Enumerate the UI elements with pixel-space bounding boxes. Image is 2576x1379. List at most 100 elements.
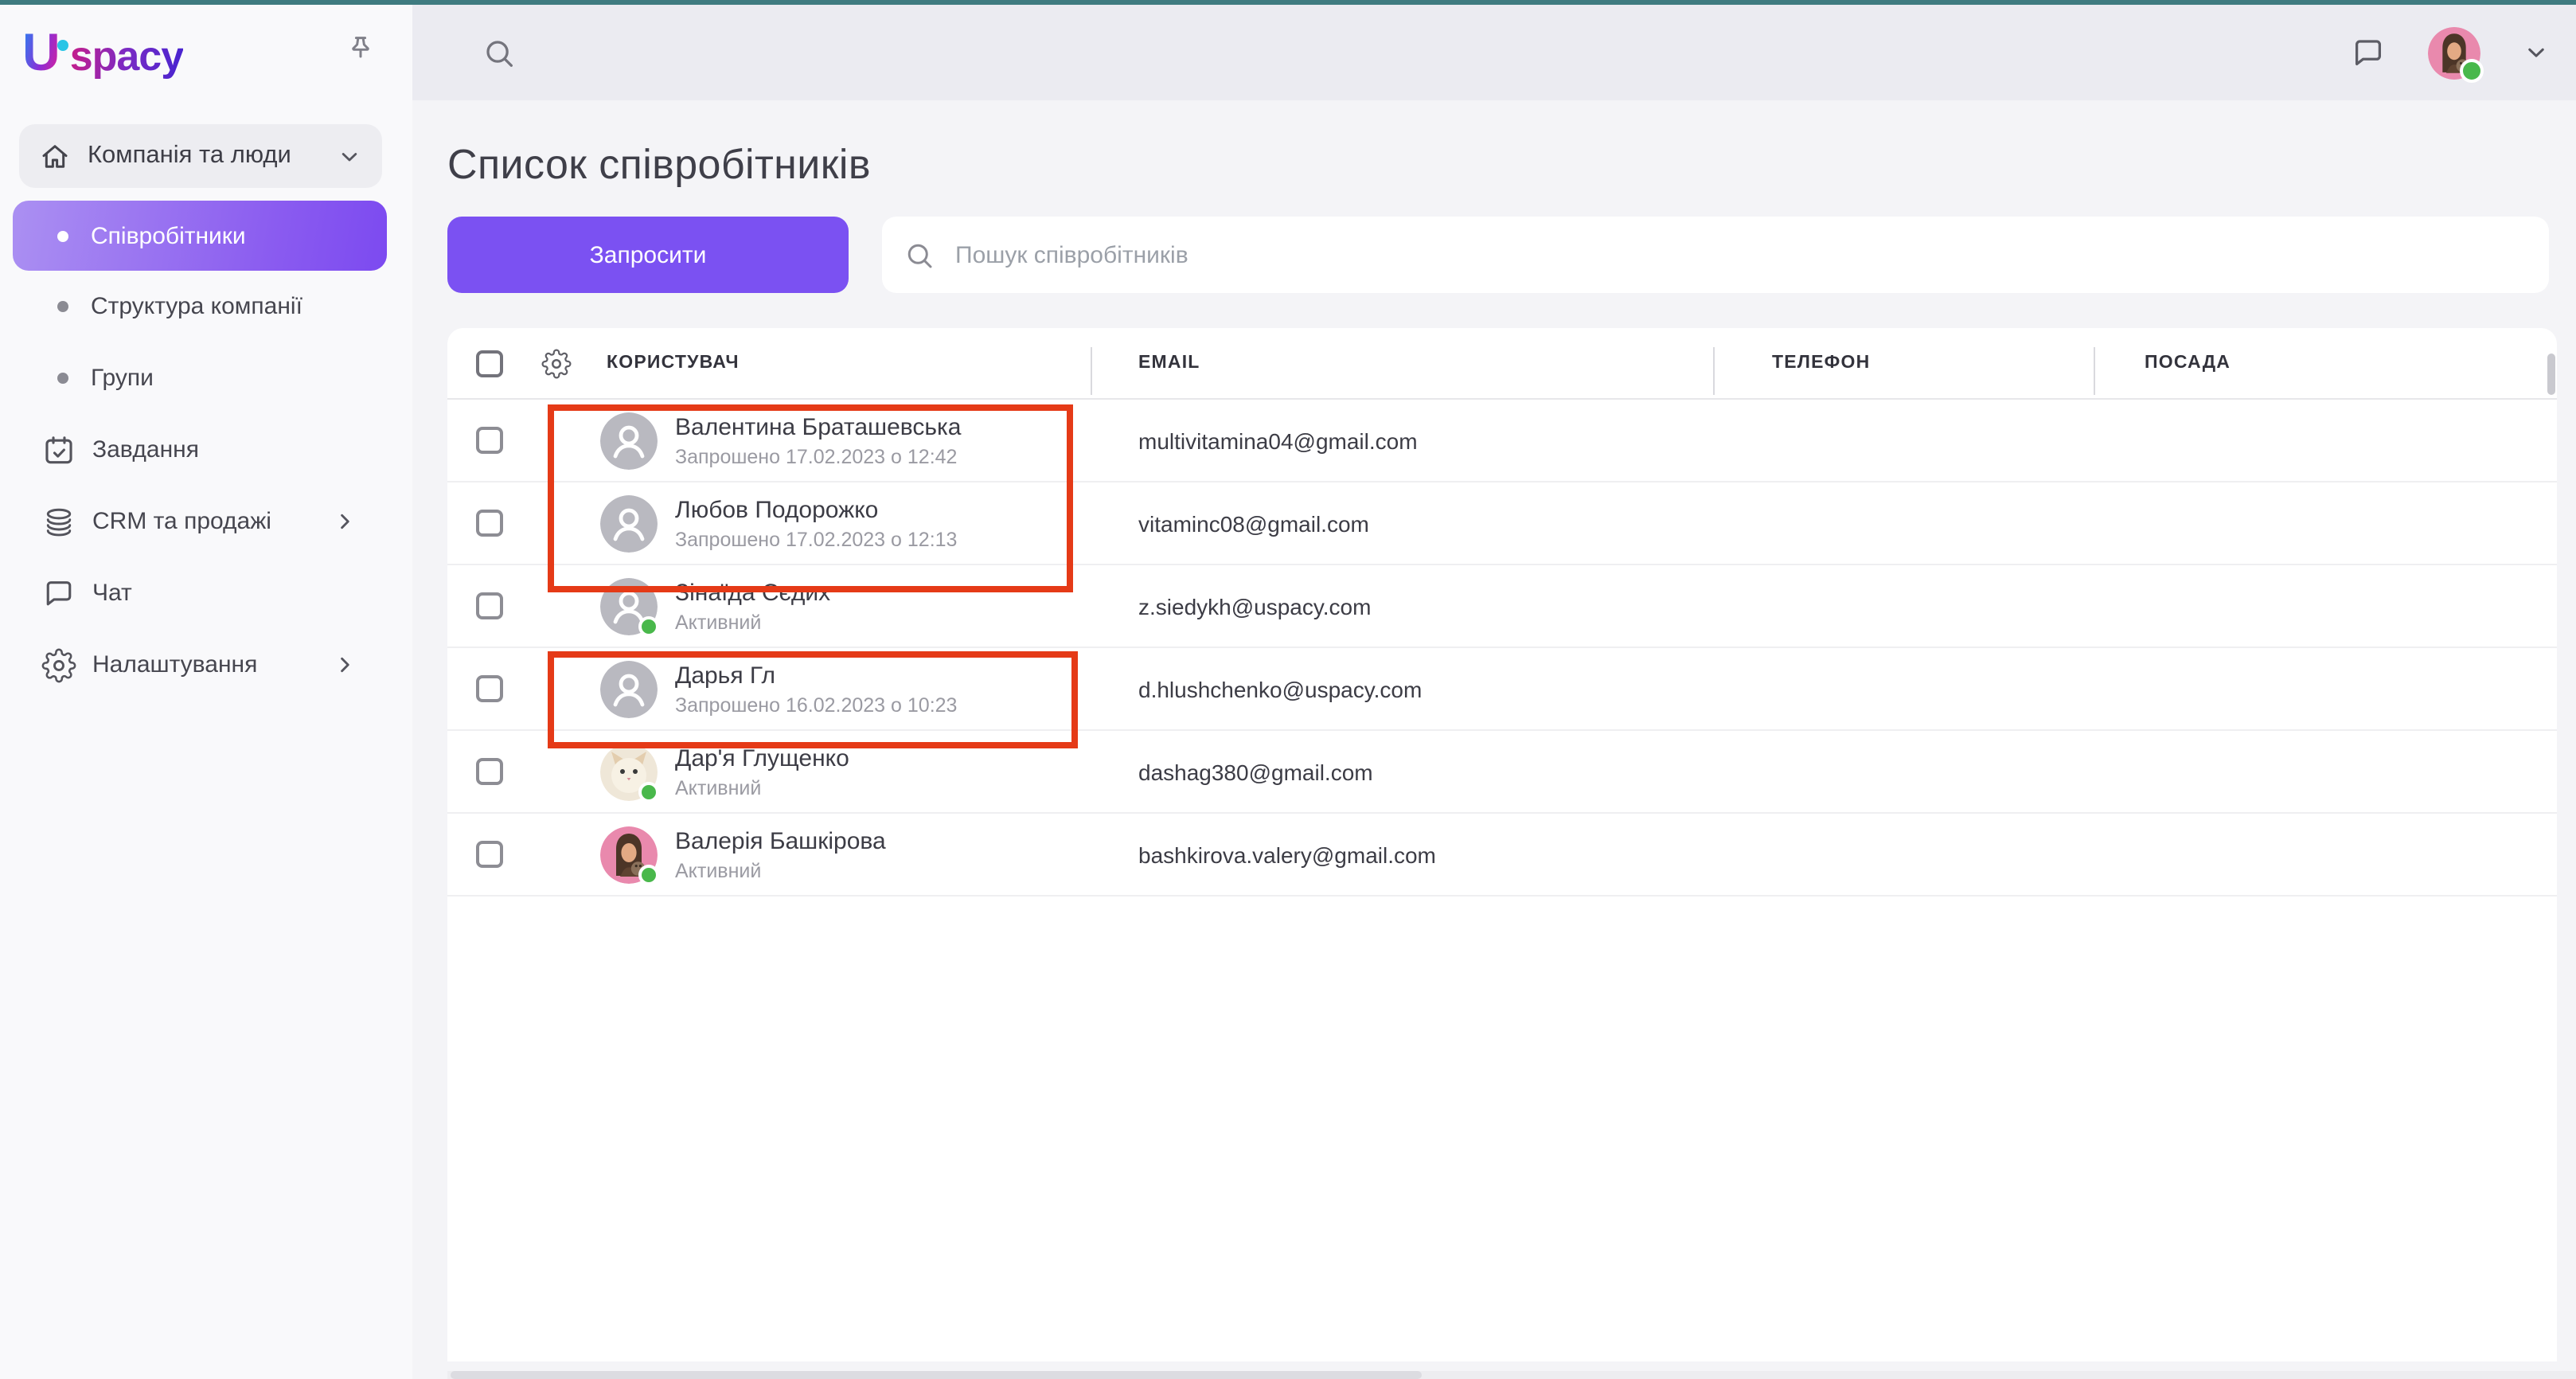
email-cell: d.hlushchenko@uspacy.com [1138, 676, 1423, 701]
logo-dot [57, 40, 68, 51]
email-cell: dashag380@gmail.com [1138, 759, 1373, 784]
employee-name: Любов Подорожко [675, 496, 879, 523]
email-cell: vitaminc08@gmail.com [1138, 510, 1369, 536]
chevron-down-icon [336, 143, 363, 170]
placeholder-avatar [600, 494, 658, 552]
sidebar-item-label: Чат [92, 580, 132, 607]
calendar-check-icon [41, 432, 76, 467]
vertical-scrollbar-thumb[interactable] [2547, 354, 2555, 395]
user-cell: Валерія Башкірова Активний [447, 826, 1091, 885]
employee-name: Зінаїда Сєдих [675, 579, 831, 606]
sidebar-item-структура-компанії[interactable]: Структура компанії [0, 271, 412, 342]
sidebar-item-label: CRM та продажі [92, 508, 271, 535]
employee-name: Валерія Башкірова [675, 827, 886, 854]
select-all-checkbox[interactable] [476, 350, 503, 377]
search-icon[interactable] [481, 34, 517, 71]
horizontal-scrollbar[interactable] [447, 1371, 2576, 1379]
row-checkbox[interactable] [476, 427, 503, 454]
table-row[interactable]: Валерія Башкірова Активний bashkirova.va… [447, 814, 2557, 897]
employee-name: Дарья Гл [675, 662, 775, 689]
column-header-phone[interactable]: ТЕЛЕФОН [1713, 347, 2094, 395]
table-empty-space [447, 897, 2557, 1361]
workspace-label: Компанія та люди [88, 142, 291, 169]
gear-icon [41, 647, 76, 682]
logo-u-glyph: U [22, 22, 60, 81]
employee-status: Активний [675, 611, 762, 633]
sidebar-item-label: Структура компанії [91, 293, 302, 320]
pin-icon[interactable] [344, 33, 377, 67]
horizontal-scrollbar-thumb[interactable] [451, 1371, 1422, 1379]
column-header-position[interactable]: ПОСАДА [2094, 347, 2557, 395]
email-cell: bashkirova.valery@gmail.com [1138, 842, 1436, 867]
employee-name: Дар'я Глущенко [675, 744, 849, 772]
search-icon [903, 238, 936, 272]
online-status-dot [638, 781, 659, 802]
app-root: U spacy Компанія та люди Співробітники С… [0, 0, 2576, 1379]
chat-bubble-icon [41, 576, 76, 611]
chevron-right-icon [331, 508, 358, 535]
sidebar: U spacy Компанія та люди Співробітники С… [0, 5, 412, 1379]
sidebar-item-завдання[interactable]: Завдання [0, 414, 412, 486]
chat-bubble-icon[interactable] [2350, 34, 2387, 71]
employee-status: Запрошено 17.02.2023 о 12:42 [675, 445, 958, 467]
workspace-switcher[interactable]: Компанія та люди [19, 124, 382, 188]
main-area: Список співробітників Запросити КОРИСТУВ… [412, 5, 2576, 1379]
table-body: Валентина Браташевська Запрошено 17.02.2… [447, 400, 2557, 897]
employee-status: Активний [675, 859, 762, 881]
employee-search-input[interactable] [952, 240, 2391, 270]
cat-avatar [600, 743, 659, 802]
sidebar-item-label: Групи [91, 365, 154, 392]
employee-status: Активний [675, 776, 762, 799]
table-row[interactable]: Валентина Браташевська Запрошено 17.02.2… [447, 400, 2557, 482]
email-cell: z.siedykh@uspacy.com [1138, 593, 1372, 619]
placeholder-avatar [600, 577, 659, 636]
cat-avatar-placeholder [600, 660, 658, 717]
sidebar-item-налаштування[interactable]: Налаштування [0, 629, 412, 701]
sidebar-item-crm-та-продажі[interactable]: CRM та продажі [0, 486, 412, 557]
sidebar-item-label: Співробітники [91, 222, 246, 249]
employee-status: Запрошено 16.02.2023 о 10:23 [675, 693, 958, 716]
row-checkbox[interactable] [476, 510, 503, 537]
sidebar-item-співробітники[interactable]: Співробітники [13, 201, 387, 271]
row-checkbox[interactable] [476, 758, 503, 785]
employee-search [882, 217, 2549, 293]
user-cell: Дар'я Глущенко Активний [447, 743, 1091, 802]
placeholder-avatar [600, 412, 658, 469]
bullet-dot-icon [57, 230, 68, 241]
chevron-down-icon[interactable] [2522, 38, 2551, 67]
invite-button[interactable]: Запросити [447, 217, 849, 293]
table-row[interactable]: Зінаїда Сєдих Активний z.siedykh@uspacy.… [447, 565, 2557, 648]
uspacy-logo[interactable]: U spacy [22, 22, 184, 83]
row-checkbox[interactable] [476, 841, 503, 868]
online-status-dot [638, 864, 659, 885]
user-cell: Зінаїда Сєдих Активний [447, 577, 1091, 636]
sidebar-item-чат[interactable]: Чат [0, 557, 412, 629]
column-header-user[interactable]: КОРИСТУВАЧ [607, 354, 740, 373]
topbar [412, 5, 2576, 100]
online-status-dot [638, 615, 659, 636]
table-row[interactable]: Любов Подорожко Запрошено 17.02.2023 о 1… [447, 482, 2557, 565]
table-row[interactable]: Дар'я Глущенко Активний dashag380@gmail.… [447, 731, 2557, 814]
bullet-dot-icon [57, 373, 68, 384]
column-header-email[interactable]: EMAIL [1091, 347, 1713, 395]
crm-stack-icon [41, 504, 76, 539]
row-checkbox[interactable] [476, 675, 503, 702]
user-cell: Валентина Браташевська Запрошено 17.02.2… [447, 412, 1091, 469]
page-title: Список співробітників [447, 140, 871, 188]
table-row[interactable]: Дарья Гл Запрошено 16.02.2023 о 10:23 d.… [447, 648, 2557, 731]
chevron-right-icon [331, 651, 358, 678]
user-cell: Дарья Гл Запрошено 16.02.2023 о 10:23 [447, 660, 1091, 717]
table-header-row: КОРИСТУВАЧ EMAIL ТЕЛЕФОН ПОСАДА [447, 328, 2557, 400]
sidebar-item-label: Налаштування [92, 651, 258, 678]
sidebar-item-групи[interactable]: Групи [0, 342, 412, 414]
logo-wordmark: spacy [70, 29, 184, 83]
email-cell: multivitamina04@gmail.com [1138, 428, 1418, 453]
employees-table: КОРИСТУВАЧ EMAIL ТЕЛЕФОН ПОСАДА Валентин… [447, 328, 2557, 1361]
window-top-accent [0, 0, 2576, 5]
table-settings-gear-icon[interactable] [541, 348, 572, 378]
home-icon [38, 139, 72, 173]
employee-name: Валентина Браташевська [675, 413, 962, 440]
user-avatar[interactable] [2428, 26, 2484, 82]
woman-with-cat-avatar [600, 826, 659, 885]
row-checkbox[interactable] [476, 592, 503, 619]
